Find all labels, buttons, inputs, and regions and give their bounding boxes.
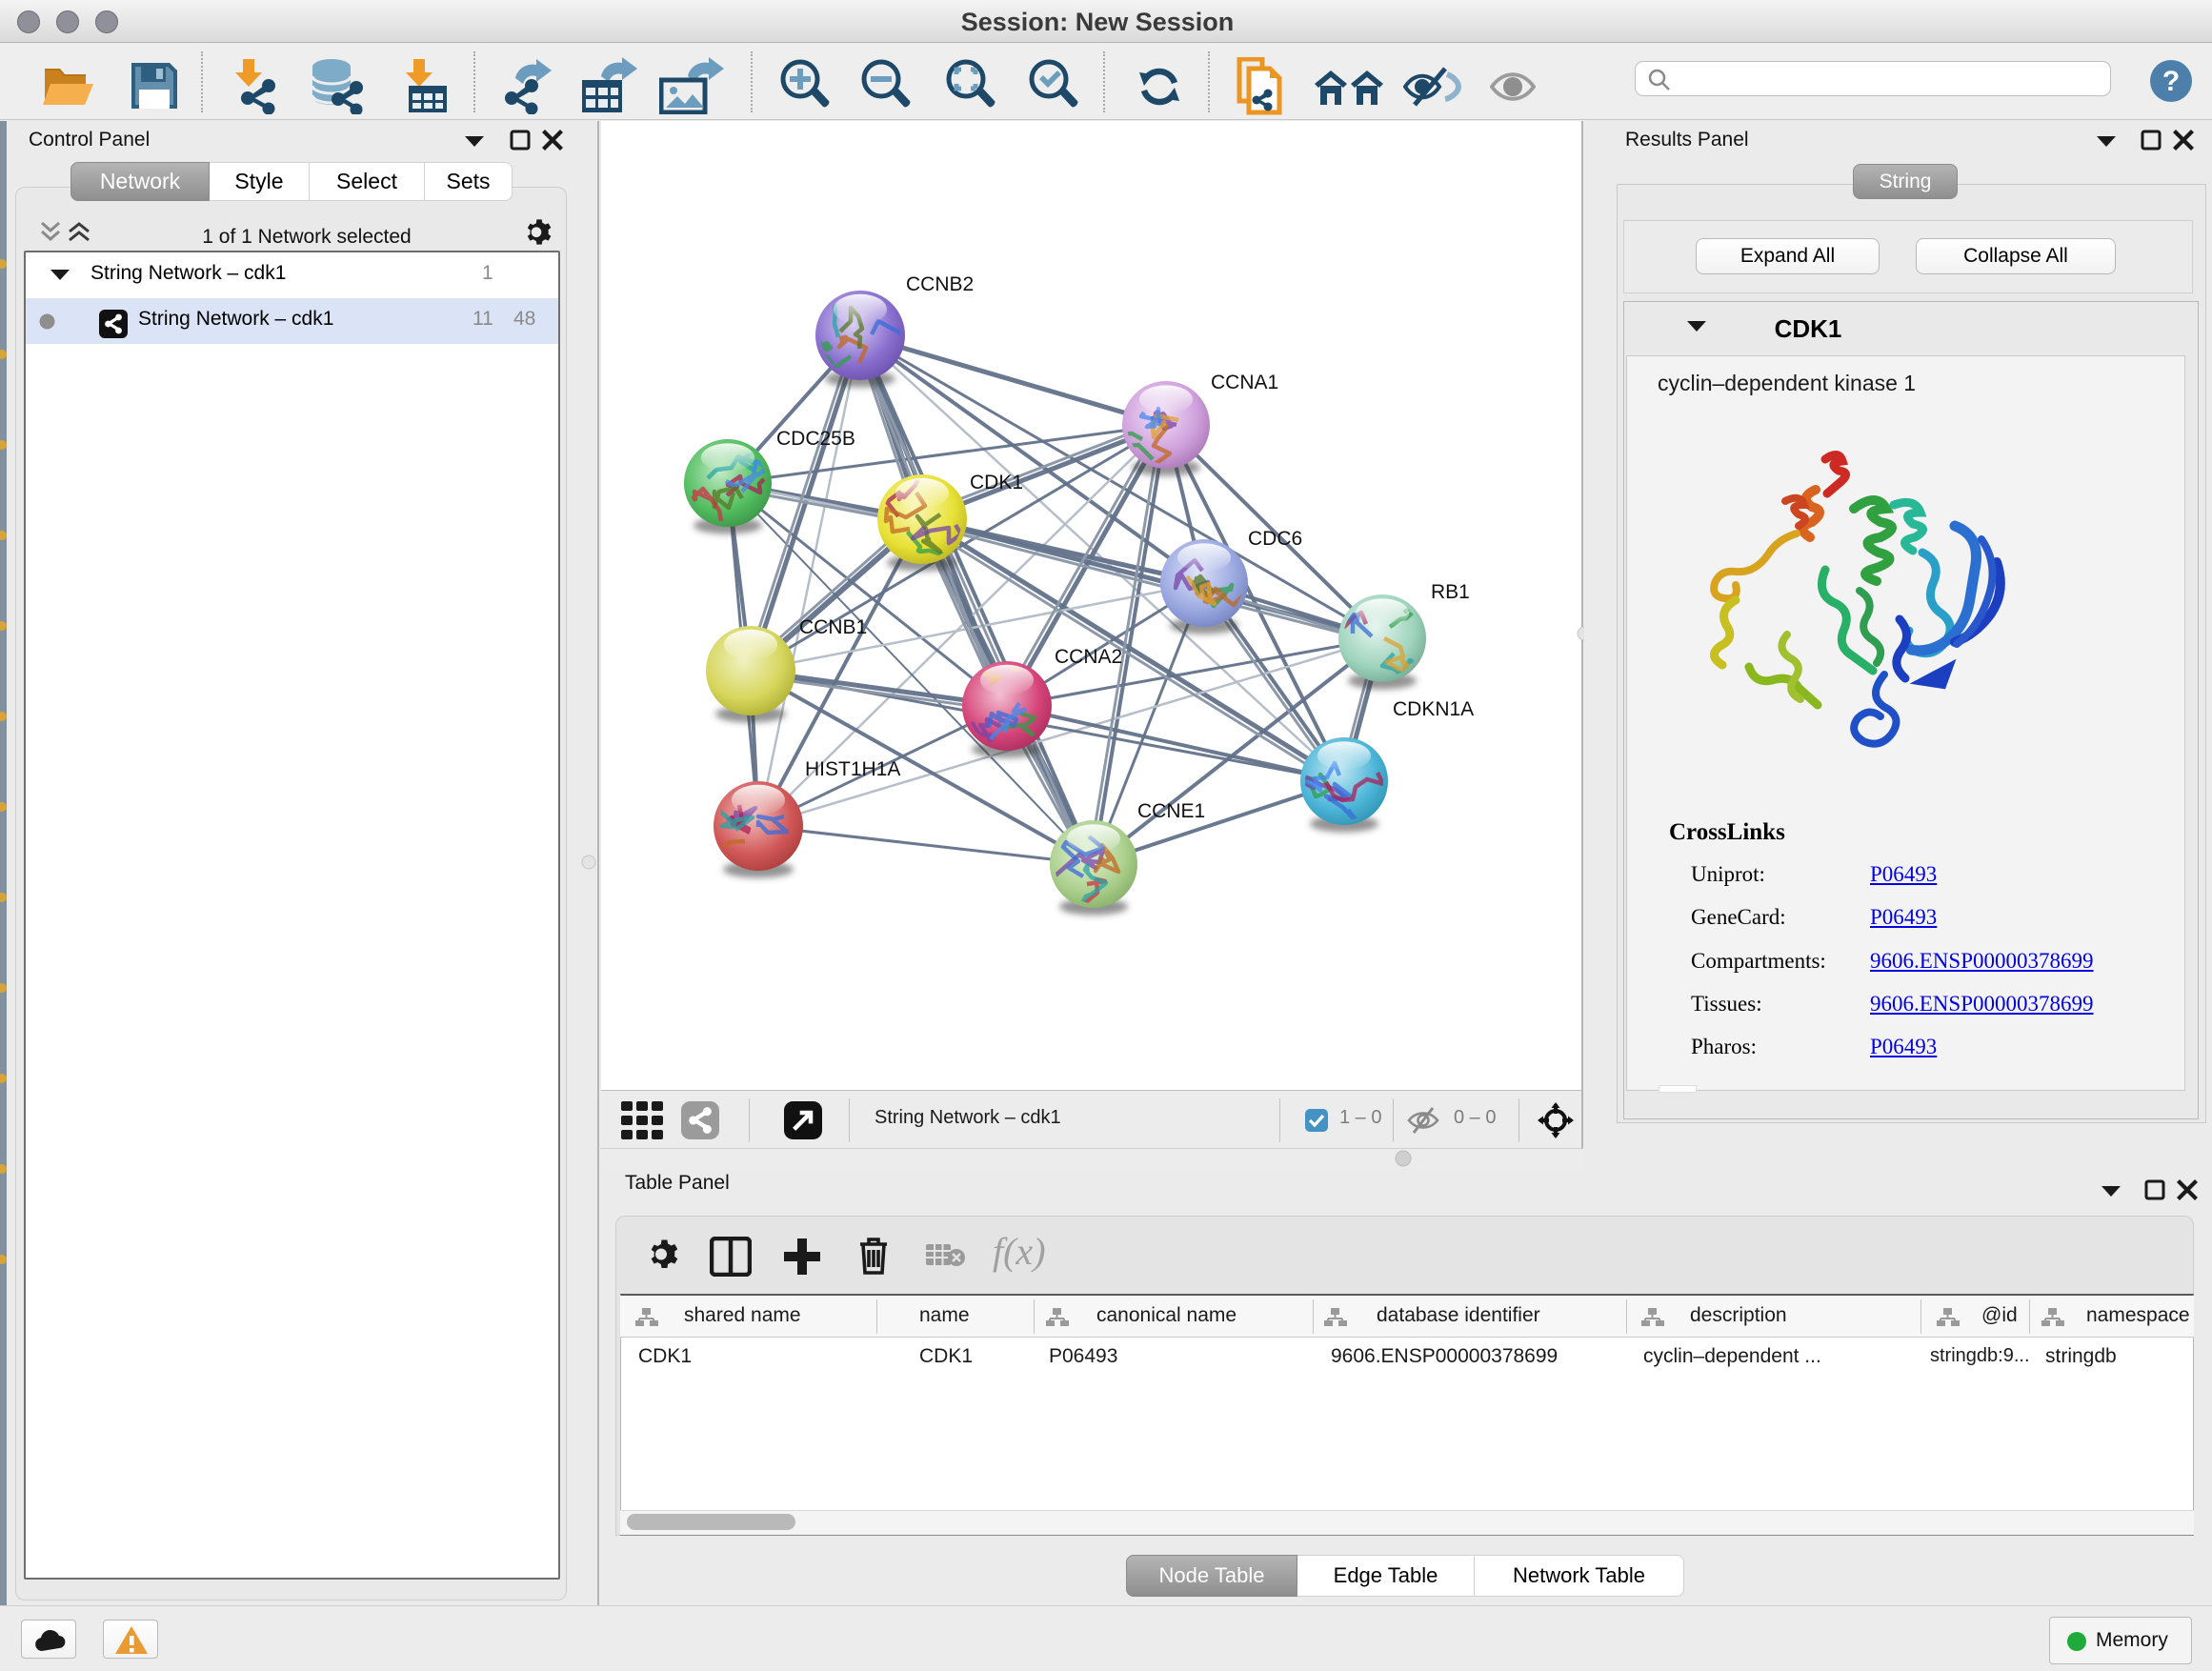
svg-text:?: ?: [2162, 66, 2180, 97]
svg-text:CDC6: CDC6: [1248, 528, 1302, 550]
svg-text:CCNB1: CCNB1: [799, 616, 867, 638]
svg-text:CCNA2: CCNA2: [1055, 646, 1122, 668]
svg-text:CCNB2: CCNB2: [906, 273, 974, 295]
svg-text:HIST1H1A: HIST1H1A: [805, 758, 900, 780]
svg-text:RB1: RB1: [1431, 581, 1470, 603]
svg-text:CDKN1A: CDKN1A: [1393, 698, 1474, 720]
svg-text:CDK1: CDK1: [970, 472, 1023, 493]
svg-text:CDC25B: CDC25B: [776, 428, 855, 450]
svg-text:CCNE1: CCNE1: [1137, 800, 1205, 822]
svg-text:CCNA1: CCNA1: [1211, 372, 1278, 393]
